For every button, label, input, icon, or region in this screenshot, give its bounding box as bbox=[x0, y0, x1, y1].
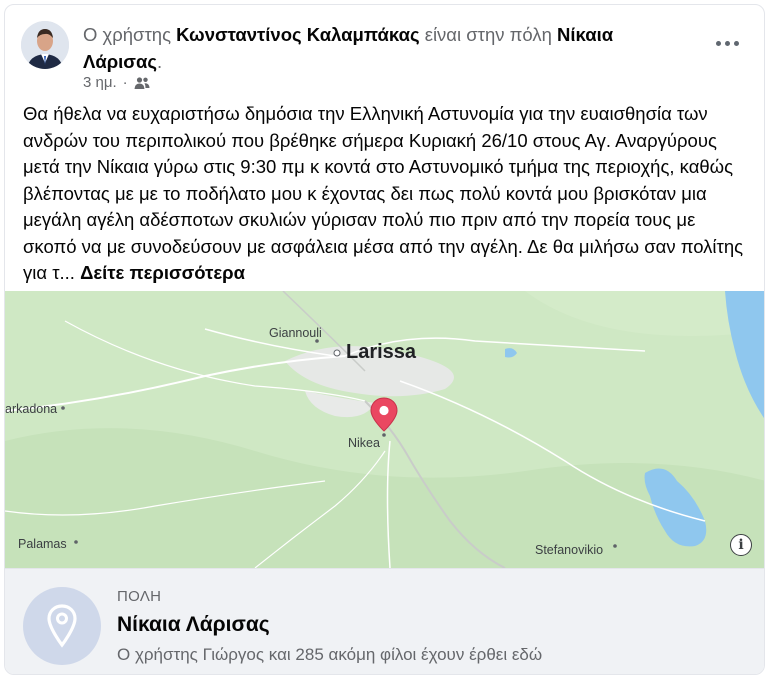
post-meta: 3 ημ. · bbox=[83, 74, 150, 91]
map-info-button[interactable]: i bbox=[730, 534, 752, 556]
post-body: Θα ήθελα να ευχαριστήσω δημόσια την Ελλη… bbox=[23, 101, 751, 287]
info-icon: i bbox=[738, 537, 744, 553]
map-pin-icon[interactable] bbox=[370, 397, 398, 437]
post-header: Ο χρήστης Κωνσταντίνος Καλαμπάκας είναι … bbox=[21, 19, 751, 91]
more-options-button[interactable] bbox=[709, 25, 745, 61]
header-suffix: . bbox=[156, 51, 163, 72]
map-label-farkadona: arkadona bbox=[5, 402, 58, 416]
map-label-larissa: Larissa bbox=[346, 341, 417, 363]
place-name[interactable]: Νίκαια Λάρισας bbox=[117, 613, 270, 637]
more-dot-icon bbox=[724, 40, 730, 46]
map-preview[interactable]: Giannouli Larissa arkadona Nikea Palamas… bbox=[5, 291, 764, 568]
post-time[interactable]: 3 ημ. bbox=[83, 74, 117, 91]
map-label-stefanovikio: Stefanovikio bbox=[535, 543, 604, 557]
friends-icon[interactable] bbox=[134, 76, 150, 90]
map-label-nikea: Nikea bbox=[348, 436, 380, 450]
avatar[interactable] bbox=[21, 21, 69, 69]
place-icon-circle bbox=[23, 587, 101, 665]
see-more-link[interactable]: Δείτε περισσότερα bbox=[80, 262, 245, 283]
more-dot-icon bbox=[733, 40, 739, 46]
header-prefix: Ο χρήστης bbox=[83, 24, 171, 45]
place-visits-text: Ο χρήστης Γιώργος και 285 ακόμη φίλοι έχ… bbox=[117, 645, 543, 664]
place-card[interactable]: ΠΟΛΗ Νίκαια Λάρισας Ο χρήστης Γιώργος κα… bbox=[5, 568, 764, 674]
map-label-giannouli: Giannouli bbox=[269, 326, 322, 340]
avatar-photo-icon bbox=[21, 21, 69, 69]
location-pin-icon bbox=[47, 604, 77, 648]
header-middle: είναι στην πόλη bbox=[424, 24, 552, 45]
place-category: ΠΟΛΗ bbox=[117, 588, 162, 605]
meta-separator: · bbox=[122, 74, 128, 91]
post-body-text: Θα ήθελα να ευχαριστήσω δημόσια την Ελλη… bbox=[23, 103, 744, 283]
author-name[interactable]: Κωνσταντίνος Καλαμπάκας bbox=[176, 24, 419, 45]
map-label-palamas: Palamas bbox=[18, 537, 67, 551]
more-dot-icon bbox=[715, 40, 721, 46]
post-header-text: Ο χρήστης Κωνσταντίνος Καλαμπάκας είναι … bbox=[83, 21, 693, 75]
post-card: Ο χρήστης Κωνσταντίνος Καλαμπάκας είναι … bbox=[4, 4, 765, 675]
